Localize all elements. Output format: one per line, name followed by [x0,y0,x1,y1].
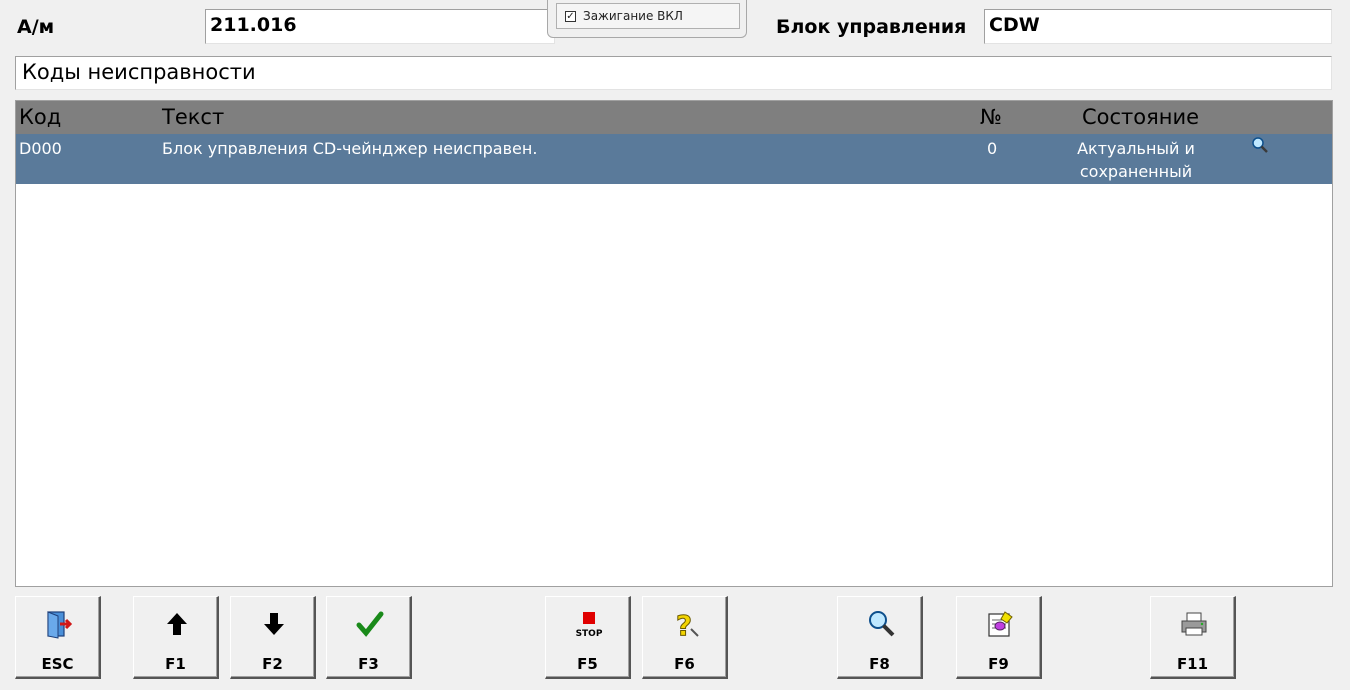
printer-icon [1179,609,1209,639]
f11-button[interactable]: F11 [1150,596,1236,679]
car-label: А/м [17,16,55,38]
f8-key-label: F8 [869,655,890,673]
erase-document-icon [985,609,1015,639]
f3-button[interactable]: F3 [326,596,412,679]
table-row[interactable]: D000 Блок управления CD-чейнджер неиспра… [16,134,1332,184]
column-state-header: Состояние [1082,105,1200,129]
column-number-header: № [980,105,1002,129]
ignition-checkbox-group[interactable]: ✓ Зажигание ВКЛ [556,3,740,29]
f2-key-label: F2 [262,655,283,673]
fault-codes-table[interactable]: Код Текст № Состояние D000 Блок управлен… [15,100,1333,587]
f8-button[interactable]: F8 [837,596,923,679]
row-state: Актуальный и сохраненный [1056,137,1216,183]
ecu-label: Блок управления [776,16,967,38]
f9-key-label: F9 [988,655,1009,673]
row-state-line1: Актуальный и [1077,139,1195,158]
help-question-icon: ? [671,609,701,643]
row-state-line2: сохраненный [1079,162,1193,181]
f1-key-label: F1 [165,655,186,673]
f3-key-label: F3 [358,655,379,673]
column-text-header: Текст [162,105,225,129]
table-header: Код Текст № Состояние [16,101,1332,134]
f1-button[interactable]: F1 [133,596,219,679]
column-code-header: Код [19,105,62,129]
magnifier-icon [866,609,896,639]
f5-button[interactable]: STOP F5 [545,596,631,679]
esc-key-label: ESC [41,655,74,673]
arrow-down-icon [259,609,289,639]
f5-key-label: F5 [577,655,598,673]
f2-button[interactable]: F2 [230,596,316,679]
ignition-label: Зажигание ВКЛ [583,9,683,23]
row-number: 0 [987,139,998,158]
row-code: D000 [19,139,62,158]
arrow-up-icon [162,609,192,639]
section-title: Коды неисправности [15,56,1332,90]
f6-key-label: F6 [674,655,695,673]
row-text: Блок управления CD-чейнджер неисправен. [162,139,538,158]
stop-icon: STOP [574,609,604,639]
f6-button[interactable]: ? F6 [642,596,728,679]
car-model-field: 211.016 [205,9,555,44]
ignition-panel: ✓ Зажигание ВКЛ [547,0,747,38]
exit-door-icon [44,609,74,639]
stop-icon-text: STOP [576,629,603,639]
ecu-field: CDW [984,9,1332,44]
ignition-checkbox[interactable]: ✓ [565,11,576,22]
f9-button[interactable]: F9 [956,596,1042,679]
esc-button[interactable]: ESC [15,596,101,679]
magnifier-icon[interactable] [1250,136,1270,158]
checkmark-icon [355,609,385,639]
svg-text:?: ? [676,609,692,639]
f11-key-label: F11 [1176,655,1209,673]
